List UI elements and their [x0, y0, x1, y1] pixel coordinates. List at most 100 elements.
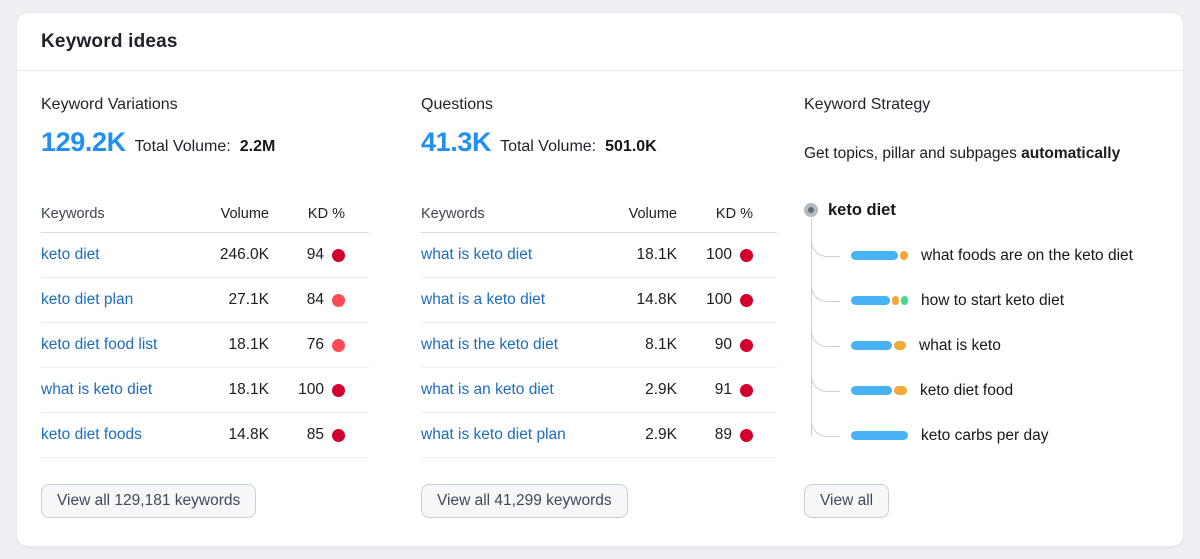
volume-cell: 14.8K	[228, 426, 269, 443]
topic-share-bar	[851, 386, 907, 395]
volume-cell: 8.1K	[645, 336, 677, 353]
kd-cell: 85	[269, 426, 369, 444]
kd-value: 89	[714, 426, 732, 443]
strategy-topic: what foods are on the keto diet	[811, 230, 1159, 278]
questions-stats: 41.3K Total Volume: 501.0K	[421, 126, 777, 163]
questions-table-header: Keywords Volume KD %	[421, 195, 777, 233]
keyword-link[interactable]: what is keto diet	[41, 381, 152, 398]
keyword-link[interactable]: keto diet foods	[41, 426, 142, 443]
card-body: Keyword Variations 129.2K Total Volume: …	[17, 71, 1183, 518]
table-row: keto diet plan 27.1K 84	[41, 278, 369, 323]
keyword-ideas-card: Keyword ideas Keyword Variations 129.2K …	[16, 12, 1184, 547]
table-row: what is keto diet plan 2.9K 89	[421, 413, 777, 458]
kd-value: 94	[306, 246, 324, 263]
variations-table-header: Keywords Volume KD %	[41, 195, 369, 233]
kd-dot	[332, 383, 345, 397]
questions-section: Questions 41.3K Total Volume: 501.0K Key…	[421, 95, 777, 518]
volume-cell: 18.1K	[228, 336, 269, 353]
kd-dot	[332, 338, 345, 352]
topic-label: what is keto	[919, 336, 1001, 354]
strategy-subtitle-bold: automatically	[1021, 145, 1121, 162]
strategy-topic: keto diet food	[811, 365, 1159, 413]
keyword-link[interactable]: what is keto diet plan	[421, 426, 566, 443]
keyword-link[interactable]: what is a keto diet	[421, 291, 545, 308]
card-header: Keyword ideas	[17, 13, 1183, 71]
kd-dot	[740, 338, 753, 352]
kd-dot	[740, 248, 753, 262]
topic-share-bar	[851, 296, 908, 305]
kd-value: 85	[306, 426, 324, 443]
root-node-icon	[804, 203, 818, 217]
table-row: what is a keto diet 14.8K 100	[421, 278, 777, 323]
view-all-variations-button[interactable]: View all 129,181 keywords	[41, 484, 257, 518]
kd-dot	[332, 248, 345, 262]
keyword-strategy-section: Keyword Strategy Get topics, pillar and …	[804, 95, 1159, 518]
strategy-topic-tree: what foods are on the keto diet how to s…	[811, 219, 1159, 458]
volume-cell: 14.8K	[636, 291, 677, 308]
strategy-topic: what is keto	[811, 320, 1159, 368]
col-header-kd: KD %	[715, 205, 753, 222]
volume-cell: 27.1K	[228, 291, 269, 308]
volume-cell: 246.0K	[219, 246, 269, 263]
col-header-volume: Volume	[220, 205, 269, 222]
keyword-link[interactable]: keto diet	[41, 246, 100, 263]
kd-cell: 90	[677, 336, 777, 354]
kd-cell: 91	[677, 381, 777, 399]
volume-cell: 18.1K	[228, 381, 269, 398]
kd-value: 76	[306, 336, 324, 353]
kd-cell: 100	[677, 291, 777, 309]
table-row: what is keto diet 18.1K 100	[421, 233, 777, 278]
kd-cell: 84	[269, 291, 369, 309]
volume-cell: 2.9K	[645, 426, 677, 443]
kd-dot	[332, 428, 345, 442]
strategy-root-node: keto diet	[804, 199, 1159, 221]
table-row: what is keto diet 18.1K 100	[41, 368, 369, 413]
col-header-kd: KD %	[307, 205, 345, 222]
kd-value: 100	[706, 291, 732, 308]
table-row: keto diet foods 14.8K 85	[41, 413, 369, 458]
kd-dot	[740, 383, 753, 397]
kd-cell: 76	[269, 336, 369, 354]
table-row: what is the keto diet 8.1K 90	[421, 323, 777, 368]
col-header-keywords: Keywords	[421, 205, 485, 222]
table-row: keto diet food list 18.1K 76	[41, 323, 369, 368]
topic-label: keto diet food	[920, 381, 1014, 399]
total-volume-value: 2.2M	[239, 138, 276, 155]
view-all-questions-button[interactable]: View all 41,299 keywords	[421, 484, 628, 518]
kd-cell: 100	[269, 381, 369, 399]
total-volume-label: Total Volume:	[500, 138, 597, 155]
kd-cell: 94	[269, 246, 369, 264]
kd-value: 84	[306, 291, 324, 308]
kd-dot	[740, 293, 753, 307]
col-header-keywords: Keywords	[41, 205, 105, 222]
section-title-questions: Questions	[421, 96, 494, 113]
kd-dot	[332, 293, 345, 307]
keyword-link[interactable]: keto diet plan	[41, 291, 133, 308]
strategy-topic: how to start keto diet	[811, 275, 1159, 323]
keyword-link[interactable]: what is the keto diet	[421, 336, 558, 353]
keyword-variations-section: Keyword Variations 129.2K Total Volume: …	[41, 95, 369, 518]
kd-value: 100	[706, 246, 732, 263]
view-all-strategy-button[interactable]: View all	[804, 484, 890, 518]
kd-value: 91	[714, 381, 732, 398]
col-header-volume: Volume	[628, 205, 677, 222]
questions-count-link[interactable]: 41.3K	[421, 126, 491, 158]
topic-label: what foods are on the keto diet	[921, 246, 1133, 264]
variations-count-link[interactable]: 129.2K	[41, 126, 126, 158]
strategy-topic: keto carbs per day	[811, 410, 1159, 458]
topic-share-bar	[851, 341, 906, 350]
kd-value: 100	[298, 381, 324, 398]
section-title-variations: Keyword Variations	[41, 96, 178, 113]
keyword-link[interactable]: what is keto diet	[421, 246, 532, 263]
table-row: keto diet 246.0K 94	[41, 233, 369, 278]
topic-share-bar	[851, 251, 908, 260]
total-volume-label: Total Volume:	[134, 138, 231, 155]
page-title: Keyword ideas	[41, 30, 178, 52]
root-node-label: keto diet	[828, 200, 896, 219]
variations-stats: 129.2K Total Volume: 2.2M	[41, 126, 369, 163]
volume-cell: 18.1K	[636, 246, 677, 263]
keyword-link[interactable]: what is an keto diet	[421, 381, 554, 398]
keyword-link[interactable]: keto diet food list	[41, 336, 157, 353]
kd-cell: 89	[677, 426, 777, 444]
strategy-subtitle-text: Get topics, pillar and subpages	[804, 145, 1017, 162]
